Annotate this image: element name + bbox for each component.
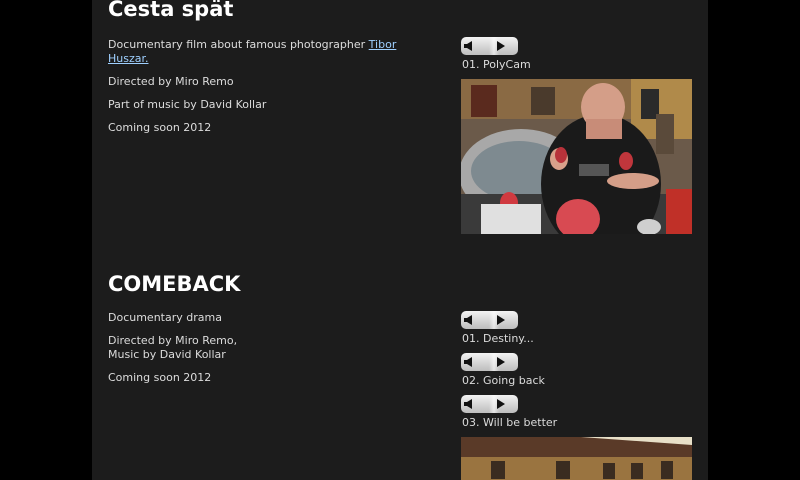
genre-text: Documentary drama bbox=[108, 311, 222, 324]
release-note: Coming soon 2012 bbox=[108, 371, 212, 384]
play-icon[interactable] bbox=[496, 311, 514, 329]
audio-player bbox=[461, 37, 518, 55]
description-line: Documentary film about famous photograph… bbox=[108, 38, 438, 66]
film-media: 01. Destiny... 02. Going back 03. Will b… bbox=[461, 311, 693, 480]
page-content: Cesta spät Documentary film about famous… bbox=[92, 0, 708, 480]
track-label: 01. Destiny... bbox=[462, 332, 534, 345]
audio-player bbox=[461, 395, 518, 413]
speaker-icon[interactable] bbox=[464, 37, 488, 55]
film-title: Cesta spät bbox=[108, 0, 234, 21]
music-credit: Part of music by David Kollar bbox=[108, 98, 267, 111]
film-still-photo bbox=[461, 79, 692, 234]
film-media: 01. PolyCam bbox=[461, 37, 693, 234]
track-label: 02. Going back bbox=[462, 374, 545, 387]
film-description: Documentary film about famous photograph… bbox=[108, 38, 438, 144]
film-still-photo bbox=[461, 437, 692, 480]
credits-text: Directed by Miro Remo, Music by David Ko… bbox=[108, 334, 438, 362]
speaker-icon[interactable] bbox=[464, 353, 488, 371]
director-credit: Directed by Miro Remo, bbox=[108, 334, 238, 347]
speaker-icon[interactable] bbox=[464, 395, 488, 413]
audio-player bbox=[461, 353, 518, 371]
film-description: Documentary drama Directed by Miro Remo,… bbox=[108, 311, 438, 394]
play-icon[interactable] bbox=[496, 353, 514, 371]
speaker-icon[interactable] bbox=[464, 311, 488, 329]
music-credit: Music by David Kollar bbox=[108, 348, 226, 361]
track-label: 03. Will be better bbox=[462, 416, 558, 429]
description-text: Documentary film about famous photograph… bbox=[108, 38, 369, 51]
play-icon[interactable] bbox=[496, 37, 514, 55]
film-title: COMEBACK bbox=[108, 272, 241, 296]
track-label: 01. PolyCam bbox=[462, 58, 531, 71]
release-note: Coming soon 2012 bbox=[108, 121, 212, 134]
play-icon[interactable] bbox=[496, 395, 514, 413]
audio-player bbox=[461, 311, 518, 329]
director-credit: Directed by Miro Remo bbox=[108, 75, 234, 88]
